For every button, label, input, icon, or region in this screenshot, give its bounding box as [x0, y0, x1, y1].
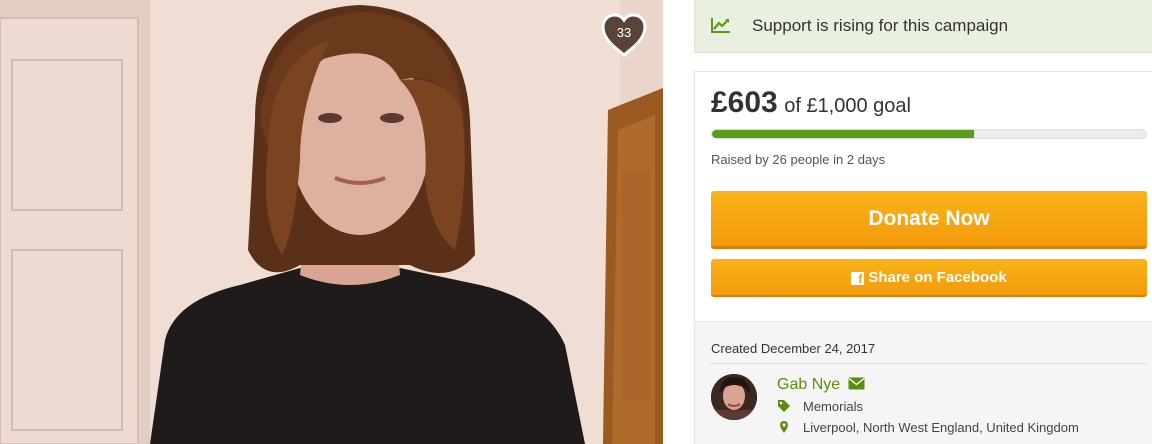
category-link[interactable]: Memorials	[803, 399, 863, 414]
campaign-photo: 33	[0, 0, 663, 444]
support-rising-text: Support is rising for this campaign	[752, 16, 1009, 35]
trending-up-icon	[711, 18, 730, 33]
campaign-photo-illustration	[0, 0, 663, 444]
support-rising-banner: Support is rising for this campaign	[694, 0, 1152, 53]
progress-bar	[711, 129, 1147, 139]
amount-line: £603 of £1,000 goal	[711, 86, 911, 120]
avatar-image	[711, 374, 757, 420]
category-row: Memorials	[777, 399, 863, 414]
like-count: 33	[616, 25, 632, 40]
organizer-name-link[interactable]: Gab Nye	[777, 376, 840, 393]
organizer-name-row: Gab Nye	[777, 376, 865, 394]
donate-now-button[interactable]: Donate Now	[711, 191, 1147, 249]
location-text: Liverpool, North West England, United Ki…	[803, 420, 1079, 435]
goal-text: of £1,000 goal	[784, 95, 911, 117]
divider	[711, 363, 1147, 364]
donation-card: £603 of £1,000 goal Raised by 26 people …	[694, 71, 1152, 322]
share-facebook-button[interactable]: f Share on Facebook	[711, 259, 1147, 297]
share-facebook-label: Share on Facebook	[868, 268, 1007, 286]
created-date: Created December 24, 2017	[711, 341, 876, 356]
organizer-section: Created December 24, 2017 Gab Nye Memori…	[694, 322, 1152, 444]
progress-bar-fill	[712, 130, 974, 138]
like-heart-button[interactable]: 33	[599, 12, 649, 58]
raised-by-text: Raised by 26 people in 2 days	[711, 152, 886, 167]
envelope-icon[interactable]	[848, 377, 865, 390]
organizer-avatar[interactable]	[711, 374, 757, 420]
facebook-icon: f	[851, 271, 865, 286]
location-row: Liverpool, North West England, United Ki…	[777, 420, 1079, 435]
map-pin-icon	[780, 421, 788, 433]
amount-raised: £603	[711, 86, 778, 119]
tag-icon	[778, 400, 790, 412]
